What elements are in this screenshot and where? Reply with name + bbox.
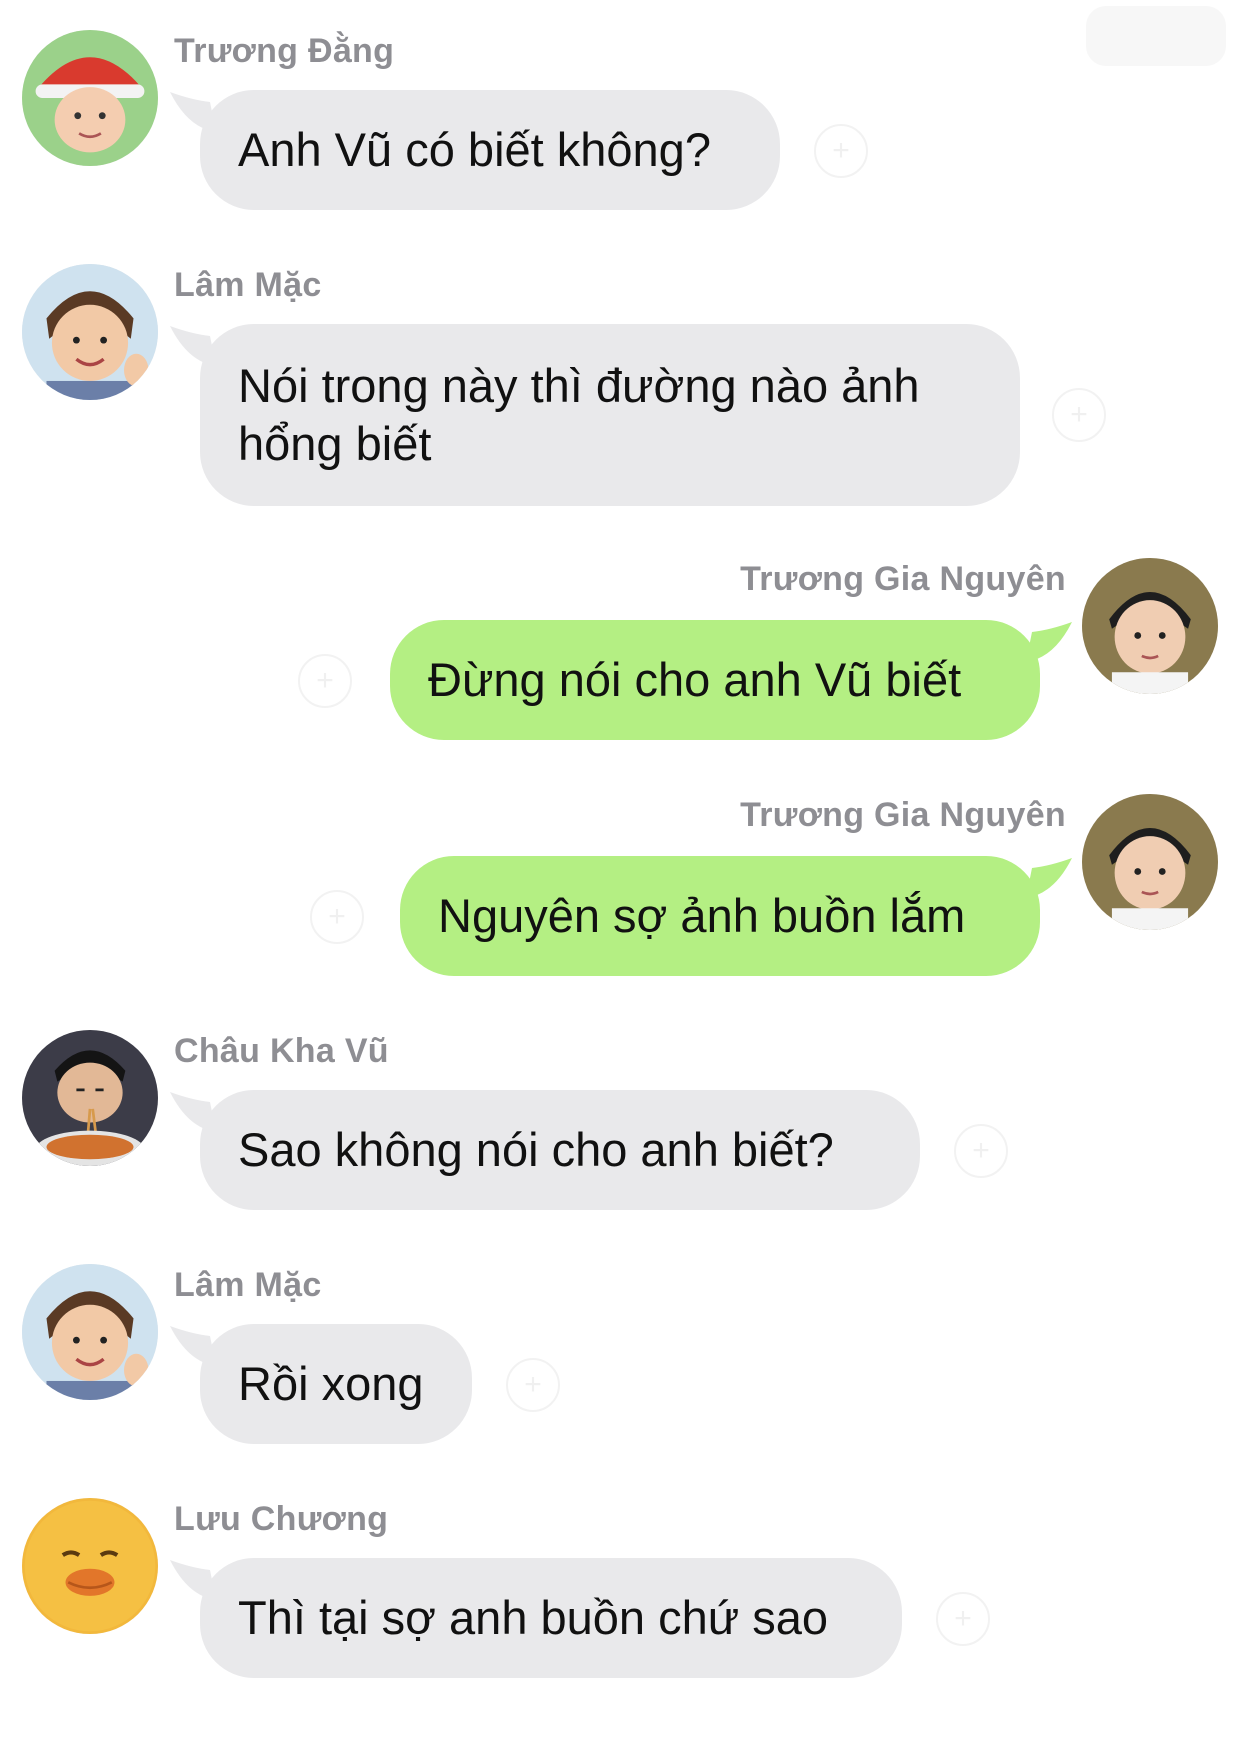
sender-name: Châu Kha Vũ [174, 1032, 389, 1070]
message-bubble[interactable]: Nguyên sợ ảnh buồn lắm [400, 856, 1040, 976]
add-reaction-button[interactable]: + [310, 890, 364, 944]
noodle-eating-child-avatar[interactable] [22, 1030, 158, 1166]
sender-name: Lâm Mặc [174, 266, 322, 304]
message-text: Sao không nói cho anh biết? [238, 1123, 834, 1176]
message-bubble[interactable]: Nói trong này thì đường nào ảnh hổng biế… [200, 324, 1020, 506]
add-reaction-button[interactable]: + [506, 1358, 560, 1412]
message-text: Rồi xong [238, 1357, 424, 1410]
sender-name: Trương Đằng [174, 32, 395, 70]
yellow-duck-avatar[interactable] [22, 1498, 158, 1634]
add-reaction-button[interactable]: + [936, 1592, 990, 1646]
message-text: Nguyên sợ ảnh buồn lắm [438, 889, 966, 942]
sender-name: Lâm Mặc [174, 1266, 322, 1304]
sender-name: Lưu Chương [174, 1500, 389, 1538]
message-bubble[interactable]: Rồi xong [200, 1324, 472, 1444]
message-text: Thì tại sợ anh buồn chứ sao [238, 1591, 829, 1644]
sender-name: Trương Gia Nguyên [740, 560, 1066, 598]
message-text: Đừng nói cho anh Vũ biết [428, 653, 962, 706]
message-bubble[interactable]: Thì tại sợ anh buồn chứ sao [200, 1558, 902, 1678]
add-reaction-button[interactable]: + [954, 1124, 1008, 1178]
add-reaction-button[interactable]: + [1052, 388, 1106, 442]
waving-child-avatar[interactable] [22, 1264, 158, 1400]
child-portrait-avatar[interactable] [1082, 558, 1218, 694]
santa-hat-child-avatar[interactable] [22, 30, 158, 166]
message-bubble[interactable]: Đừng nói cho anh Vũ biết [390, 620, 1040, 740]
message-row: Trương Đằng Anh Vũ có biết không? + [0, 0, 1242, 220]
message-text: Anh Vũ có biết không? [238, 123, 711, 176]
message-bubble[interactable]: Sao không nói cho anh biết? [200, 1090, 920, 1210]
add-reaction-button[interactable]: + [298, 654, 352, 708]
add-reaction-button[interactable]: + [814, 124, 868, 178]
sender-name: Trương Gia Nguyên [740, 796, 1066, 834]
child-portrait-avatar[interactable] [1082, 794, 1218, 930]
waving-child-avatar[interactable] [22, 264, 158, 400]
message-text: Nói trong này thì đường nào ảnh hổng biế… [238, 359, 920, 470]
message-bubble[interactable]: Anh Vũ có biết không? [200, 90, 780, 210]
